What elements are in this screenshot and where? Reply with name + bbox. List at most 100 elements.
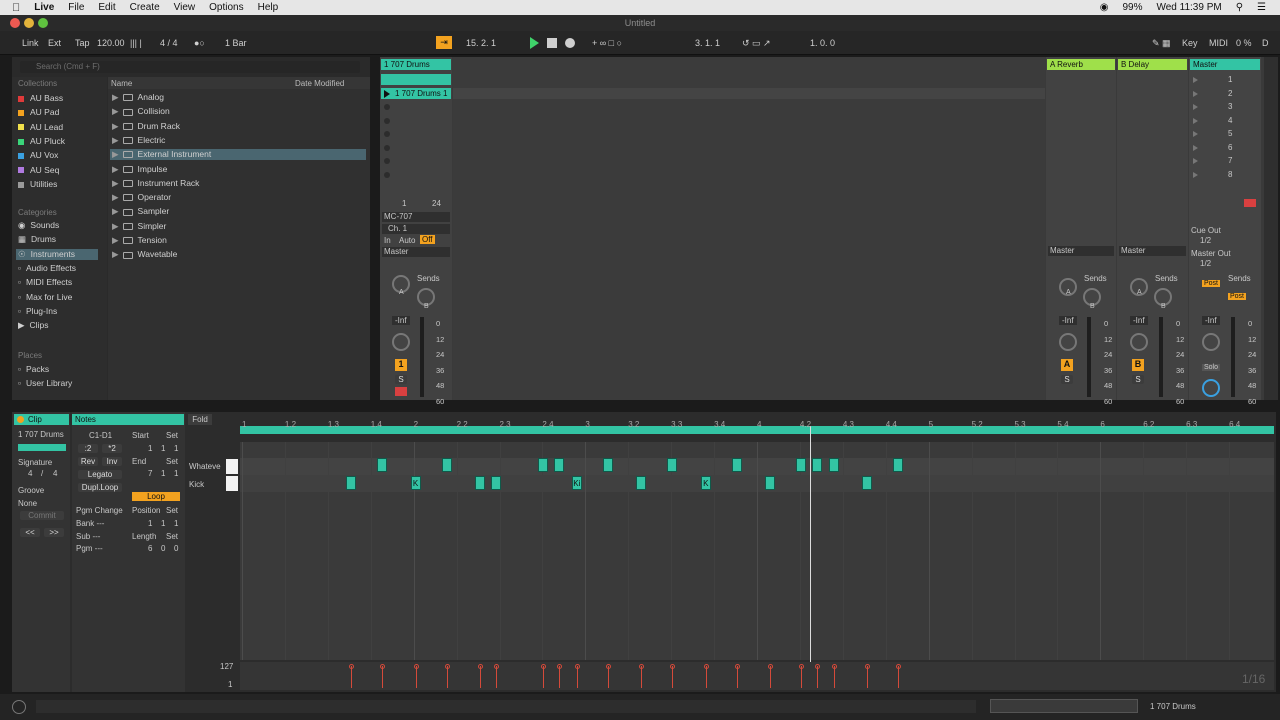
velocity-bar[interactable] [559,666,561,688]
file-item[interactable]: ▶ Analog [112,92,164,103]
tap-button[interactable]: Tap [75,38,90,48]
velocity-bar[interactable] [446,666,448,688]
file-item[interactable]: ▶ Wavetable [112,249,177,260]
expand-arrow-icon[interactable]: ▶ [112,221,119,231]
note-kick[interactable] [765,476,776,490]
audio-to-select[interactable]: Master [382,247,450,257]
clip-slot-stop-icon[interactable] [384,144,390,151]
velocity-handle[interactable] [703,664,709,669]
position-bar[interactable]: 1 [148,519,152,528]
follow-button[interactable]: ⇥ [436,36,452,49]
collection-item[interactable]: AU Vox [18,150,58,160]
volume-value[interactable]: -Inf [392,316,410,325]
pgm-field[interactable]: Pgm --- [76,544,103,553]
drop-area[interactable] [453,57,1045,400]
cue-volume-knob[interactable] [1202,379,1220,397]
velocity-bar[interactable] [898,666,899,688]
scene-number[interactable]: 6 [1228,143,1232,152]
velocity-bar[interactable] [641,666,643,688]
duplicate-loop-button[interactable]: Dupl.Loop [78,483,122,492]
velocity-bar[interactable] [833,666,835,688]
velocity-handle[interactable] [605,664,611,669]
key-whatever[interactable] [226,459,238,474]
expand-arrow-icon[interactable]: ▶ [112,121,119,131]
expand-arrow-icon[interactable]: ▶ [112,192,119,202]
note-kick[interactable] [475,476,485,490]
end-bar[interactable]: 7 [148,469,152,478]
clip-activator-icon[interactable] [17,416,24,423]
file-item[interactable]: ▶ Tension [112,235,167,246]
file-item[interactable]: ▶ Simpler [112,221,166,232]
velocity-handle[interactable] [865,664,870,669]
time-signature-field[interactable]: 4 / 4 [160,38,178,48]
midi-map-button[interactable]: MIDI [1209,38,1228,48]
file-item[interactable]: ▶ Electric [112,135,165,146]
search-input[interactable]: Search (Cmd + F) [20,61,360,73]
expand-arrow-icon[interactable]: ▶ [112,92,119,102]
name-column-header[interactable]: Name [111,79,132,88]
return-a-volume[interactable]: -Inf [1059,316,1077,325]
arrangement-position[interactable]: 15. 2. 1 [466,38,496,48]
track-1-header[interactable]: 1 707 Drums [381,59,451,70]
date-column-header[interactable]: Date Modified [295,79,344,88]
note-kick[interactable] [346,476,356,490]
file-item[interactable]: ▶ External Instrument [110,149,366,161]
fold-button[interactable]: Fold [188,414,212,425]
midi-from-select[interactable]: MC-707 [382,212,450,222]
velocity-handle[interactable] [380,664,385,669]
master-header[interactable]: Master [1190,59,1260,70]
velocity-handle[interactable] [444,664,450,669]
master-solo-button[interactable]: Solo [1202,364,1221,371]
nav-prev-button[interactable]: << [20,528,40,537]
lane-label-whatever[interactable]: Whateve [189,462,221,471]
start-set-button[interactable]: Set [166,431,178,440]
velocity-bar[interactable] [382,666,383,688]
wifi-icon[interactable]: ◉ [1100,2,1109,13]
loop-button[interactable]: Loop [132,492,180,501]
length-beat[interactable]: 0 [161,544,165,553]
collection-item[interactable]: AU Pluck [18,136,65,146]
monitor-in-button[interactable]: In [384,236,391,245]
draw-mode-icon[interactable]: ✎ ▦ [1152,38,1171,49]
expand-arrow-icon[interactable]: ▶ [112,178,119,188]
place-item[interactable]: ▫ Packs [18,364,49,374]
file-item[interactable]: ▶ Impulse [112,164,167,175]
note-kick[interactable]: K [410,476,421,490]
velocity-handle[interactable] [896,664,901,669]
velocity-handle[interactable] [349,664,354,669]
category-item[interactable]: ▶ Clips [18,320,48,331]
key-map-button[interactable]: Key [1182,38,1198,48]
return-a-activator[interactable]: A [1061,359,1073,371]
expand-arrow-icon[interactable]: ▶ [112,249,119,259]
scene-launch-icon[interactable] [1193,117,1198,124]
menu-app[interactable]: Live [34,2,54,13]
metronome-icon[interactable]: ●○ [194,38,205,48]
scene-launch-icon[interactable] [1193,144,1198,151]
loop-length-field[interactable]: 1. 0. 0 [810,38,835,48]
legato-button[interactable]: Legato [78,470,122,479]
menu-file[interactable]: File [68,2,84,13]
end-set-button[interactable]: Set [166,457,178,466]
clip-slot-empty[interactable] [381,74,451,85]
category-item[interactable]: ▫ Max for Live [18,292,72,302]
end-sixteenth[interactable]: 1 [174,469,178,478]
velocity-bar[interactable] [801,666,803,688]
zoom-window-button[interactable] [38,18,48,28]
expand-arrow-icon[interactable]: ▶ [112,206,119,216]
solo-button[interactable]: S [395,375,407,384]
note-whatever[interactable] [538,458,549,472]
loop-switch-icon[interactable]: ↺ ▭ ↗ [742,38,771,49]
length-bar[interactable]: 6 [148,544,152,553]
velocity-bar[interactable] [607,666,609,688]
start-sixteenth[interactable]: 1 [174,444,178,453]
file-item[interactable]: ▶ Collision [112,106,170,117]
scene-launch-icon[interactable] [1193,77,1198,83]
category-item[interactable]: ▦ Drums [18,234,56,245]
return-b-solo[interactable]: S [1132,375,1144,384]
close-window-button[interactable] [10,18,20,28]
half-tempo-button[interactable]: :2 [78,444,98,453]
category-item[interactable]: ▫ Audio Effects [18,263,76,273]
scene-number[interactable]: 3 [1228,102,1232,111]
menu-edit[interactable]: Edit [98,2,115,13]
midi-channel-select[interactable]: Ch. 1 [382,224,450,234]
